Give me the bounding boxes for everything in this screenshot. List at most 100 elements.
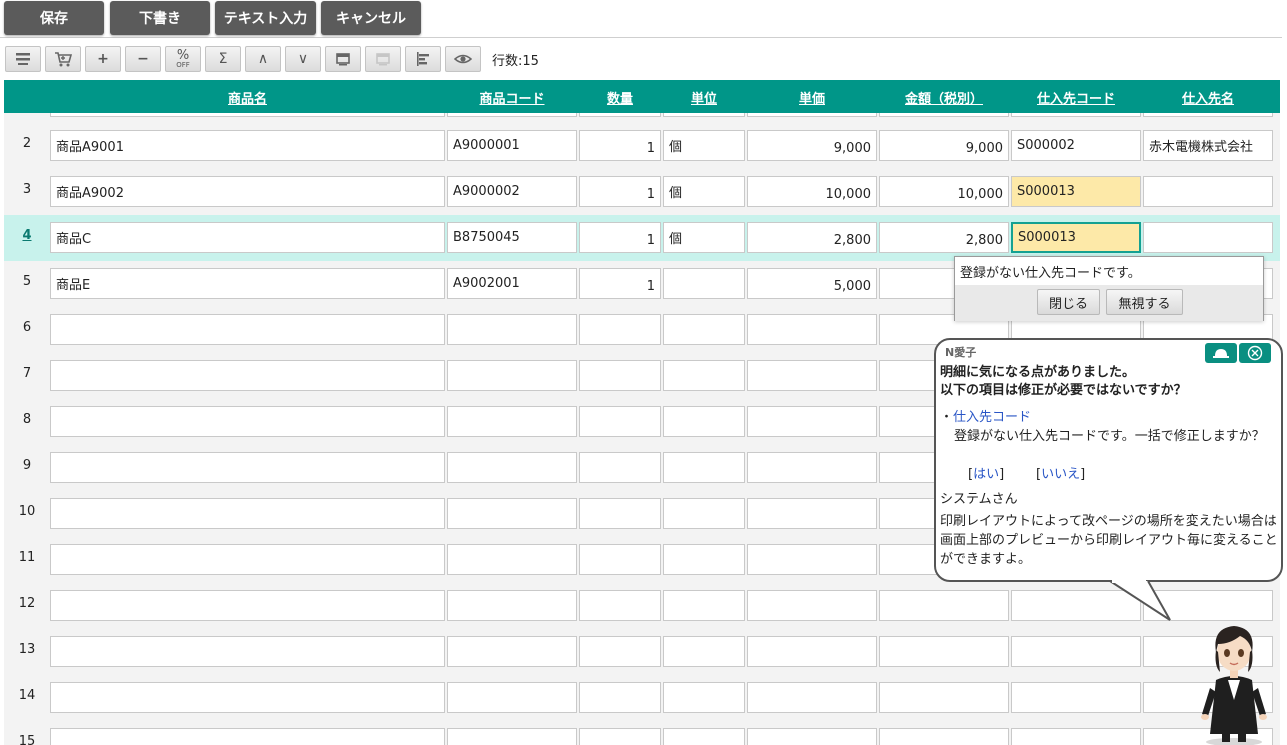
cell-unit[interactable] [663,590,745,621]
cell-unit[interactable] [663,728,745,745]
cell-supplier-code[interactable]: S000013 [1011,222,1141,253]
draft-button[interactable]: 下書き [110,1,210,35]
cell-code[interactable] [447,406,577,437]
cell-price[interactable]: 10,000 [747,176,877,207]
cell-unit[interactable] [663,452,745,483]
popup-ignore-button[interactable]: 無視する [1106,289,1183,315]
popup-close-button[interactable]: 閉じる [1037,289,1100,315]
cell-price[interactable]: 5,000 [747,268,877,299]
cell-supplier-name[interactable] [1143,176,1273,207]
cell-price[interactable] [747,682,877,713]
col-header-amount[interactable]: 金額（税別） [879,88,1009,107]
cell-code[interactable]: A9002001 [447,268,577,299]
cell-name[interactable]: 商品E [50,268,445,299]
cell-supplier-code[interactable] [1011,682,1141,713]
cell-qty[interactable] [579,498,661,529]
cart-icon[interactable] [45,46,81,72]
cell-price[interactable] [747,544,877,575]
minus-icon[interactable]: − [125,46,161,72]
cell-qty[interactable]: 1 [579,268,661,299]
cell-qty[interactable] [579,360,661,391]
cell-code[interactable] [447,498,577,529]
cell-name[interactable] [50,728,445,745]
cell-price[interactable]: 2,800 [747,222,877,253]
cell-code[interactable] [447,590,577,621]
cell-supplier-code[interactable]: S000002 [1011,130,1141,161]
cell-price[interactable] [747,636,877,667]
cell-qty[interactable] [579,314,661,345]
cell-unit[interactable] [663,636,745,667]
cell-price[interactable] [747,590,877,621]
cell-unit[interactable]: 個 [663,222,745,253]
cell-amount[interactable] [879,636,1009,667]
cell-code[interactable] [447,728,577,745]
caret-up-icon[interactable]: ∧ [245,46,281,72]
cell-name[interactable] [50,544,445,575]
cell-amount[interactable]: 9,000 [879,130,1009,161]
cell-code[interactable]: B8750045 [447,222,577,253]
cell-qty[interactable] [579,544,661,575]
col-header-supplier-code[interactable]: 仕入先コード [1011,88,1141,107]
bar-align-icon[interactable] [405,46,441,72]
col-header-qty[interactable]: 数量 [579,88,661,107]
cell-name[interactable] [50,360,445,391]
cell-qty[interactable]: 1 [579,130,661,161]
cell-name[interactable] [50,452,445,483]
cell-name[interactable] [50,590,445,621]
window-icon[interactable] [325,46,361,72]
cell-amount[interactable] [879,682,1009,713]
cell-price[interactable] [747,360,877,391]
cancel-button[interactable]: キャンセル [321,1,421,35]
cell-qty[interactable] [579,728,661,745]
cell-unit[interactable] [663,360,745,391]
yes-text[interactable]: はい [973,467,999,482]
cell-supplier-name[interactable] [1143,222,1273,253]
cell-qty[interactable] [579,682,661,713]
cell-supplier-code[interactable] [1011,728,1141,745]
cell-code[interactable] [447,360,577,391]
cell-qty[interactable] [579,406,661,437]
cell-supplier-name[interactable]: 赤木電機株式会社 [1143,130,1273,161]
cell-code[interactable] [447,314,577,345]
assistant-no-link[interactable]: [いいえ] [1036,463,1085,482]
assistant-yes-link[interactable]: [はい] [968,463,1004,482]
cell-price[interactable] [747,314,877,345]
cell-qty[interactable]: 1 [579,222,661,253]
cell-code[interactable]: A9000002 [447,176,577,207]
save-button[interactable]: 保存 [4,1,104,35]
cell-name[interactable]: 商品C [50,222,445,253]
col-header-supplier-name[interactable]: 仕入先名 [1143,88,1273,107]
sigma-icon[interactable]: Σ [205,46,241,72]
cell-qty[interactable] [579,636,661,667]
cell-qty[interactable] [579,590,661,621]
list-icon[interactable] [5,46,41,72]
cell-code[interactable] [447,682,577,713]
assistant-hat-icon[interactable] [1205,343,1237,363]
cell-qty[interactable]: 1 [579,176,661,207]
cell-name[interactable] [50,498,445,529]
cell-code[interactable]: A9000001 [447,130,577,161]
cell-unit[interactable] [663,544,745,575]
cell-unit[interactable] [663,314,745,345]
plus-icon[interactable]: + [85,46,121,72]
text-input-button[interactable]: テキスト入力 [215,1,316,35]
cell-qty[interactable] [579,452,661,483]
cell-name[interactable]: 商品A9001 [50,130,445,161]
cell-amount[interactable] [879,590,1009,621]
cell-unit[interactable]: 個 [663,176,745,207]
col-header-name[interactable]: 商品名 [50,88,445,107]
cell-price[interactable] [747,406,877,437]
cell-code[interactable] [447,452,577,483]
cell-name[interactable] [50,682,445,713]
cell-amount[interactable] [879,728,1009,745]
cell-unit[interactable] [663,682,745,713]
cell-supplier-code[interactable]: S000013 [1011,176,1141,207]
col-header-price[interactable]: 単価 [747,88,877,107]
cell-price[interactable]: 9,000 [747,130,877,161]
cell-price[interactable] [747,452,877,483]
assistant-item-link[interactable]: 仕入先コード [953,410,1031,425]
no-text[interactable]: いいえ [1041,467,1080,482]
cell-price[interactable] [747,728,877,745]
cell-name[interactable] [50,314,445,345]
cell-price[interactable] [747,498,877,529]
